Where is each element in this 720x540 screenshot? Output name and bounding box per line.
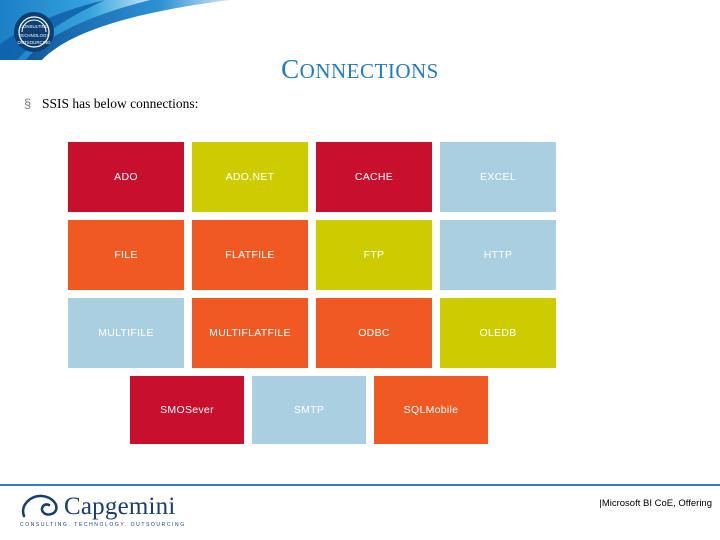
capgemini-swirl-icon <box>21 494 58 518</box>
tile-ftp[interactable]: FTP <box>316 220 432 290</box>
tile-sqlmobile[interactable]: SQLMobile <box>374 376 488 444</box>
capgemini-seal-icon: CONSULTING TECHNOLOGY OUTSOURCING <box>14 12 54 52</box>
connections-tile-grid: ADO ADO.NET CACHE EXCEL FILE FLATFILE FT… <box>68 142 652 452</box>
tile-row: FILE FLATFILE FTP HTTP <box>68 220 652 290</box>
capgemini-logo: Capgemini CONSULTING. TECHNOLOGY. OUTSOU… <box>14 492 274 536</box>
tile-odbc[interactable]: ODBC <box>316 298 432 368</box>
tile-http[interactable]: HTTP <box>440 220 556 290</box>
footer-divider <box>0 484 720 486</box>
svg-text:TECHNOLOGY: TECHNOLOGY <box>19 33 50 38</box>
tile-row: ADO ADO.NET CACHE EXCEL <box>68 142 652 212</box>
tile-row: SMOSever SMTP SQLMobile <box>130 376 652 444</box>
capgemini-wordmark: Capgemini <box>64 493 176 520</box>
bullet-line: § SSIS has below connections: <box>24 96 198 112</box>
footer-note: |Microsoft BI CoE, Offering <box>599 498 712 509</box>
slide-header-banner <box>0 0 720 60</box>
tile-multifile[interactable]: MULTIFILE <box>68 298 184 368</box>
bullet-marker-icon: § <box>24 96 32 111</box>
tile-ado[interactable]: ADO <box>68 142 184 212</box>
svg-text:CONSULTING: CONSULTING <box>20 24 49 29</box>
banner-graphic <box>0 0 230 60</box>
tile-multiflatfile[interactable]: MULTIFLATFILE <box>192 298 308 368</box>
tile-smosever[interactable]: SMOSever <box>130 376 244 444</box>
tile-cache[interactable]: CACHE <box>316 142 432 212</box>
page-title-initial: C <box>281 54 300 84</box>
capgemini-tagline: CONSULTING. TECHNOLOGY. OUTSOURCING <box>20 522 186 528</box>
svg-text:OUTSOURCING: OUTSOURCING <box>18 40 52 45</box>
tile-file[interactable]: FILE <box>68 220 184 290</box>
tile-adonet[interactable]: ADO.NET <box>192 142 308 212</box>
bullet-label: SSIS has below connections: <box>42 96 199 111</box>
tile-excel[interactable]: EXCEL <box>440 142 556 212</box>
tile-flatfile[interactable]: FLATFILE <box>192 220 308 290</box>
page-title: CONNECTIONS <box>0 54 720 85</box>
tile-smtp[interactable]: SMTP <box>252 376 366 444</box>
tile-oledb[interactable]: OLEDB <box>440 298 556 368</box>
page-title-rest: ONNECTIONS <box>299 59 439 83</box>
tile-row: MULTIFILE MULTIFLATFILE ODBC OLEDB <box>68 298 652 368</box>
